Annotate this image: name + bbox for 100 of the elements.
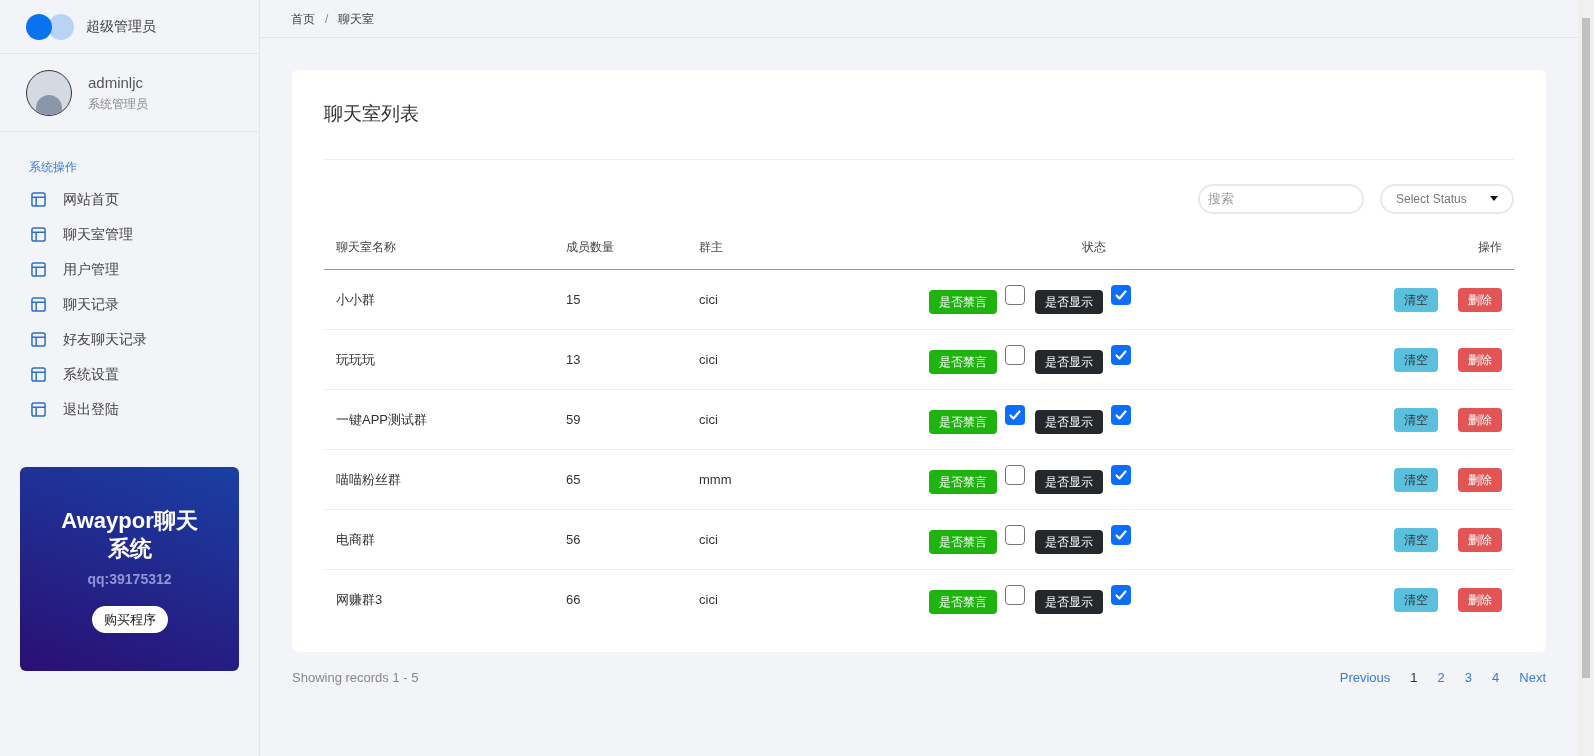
- table-cell: 电商群: [336, 531, 375, 547]
- table-cell: 59: [566, 411, 581, 427]
- sidebar-item[interactable]: 聊天记录: [0, 287, 259, 322]
- table-cell: 小小群: [336, 291, 375, 307]
- breadcrumb-separator: /: [325, 10, 329, 28]
- checkmark-icon: [1113, 527, 1129, 543]
- table-cell: cici: [699, 351, 718, 367]
- show-label: 是否显示: [1035, 410, 1103, 434]
- column-header: 聊天室名称: [336, 240, 396, 255]
- layout-icon: [31, 297, 46, 312]
- mute-label: 是否禁言: [929, 410, 997, 434]
- buy-button[interactable]: 购买程序: [91, 606, 168, 633]
- show-label: 是否显示: [1035, 470, 1103, 494]
- logo-icon: [26, 13, 74, 40]
- clear-button[interactable]: 清空: [1394, 347, 1438, 372]
- mute-label: 是否禁言: [929, 590, 997, 615]
- layout-icon: [31, 192, 46, 207]
- table-cell: 65: [566, 471, 581, 487]
- column-header: 操作: [1478, 240, 1502, 255]
- user-name: adminljc: [88, 73, 145, 94]
- column-header: 群主: [699, 240, 723, 255]
- table-cell: 喵喵粉丝群: [336, 471, 401, 487]
- column-header: 成员数量: [566, 240, 614, 255]
- mute-label: 是否禁言: [929, 290, 997, 314]
- records-info: Showing records 1 - 5: [292, 668, 419, 687]
- sidebar-item[interactable]: 系统设置: [0, 357, 259, 392]
- checkmark-icon: [1113, 347, 1129, 363]
- checkbox[interactable]: [1005, 585, 1025, 606]
- brand-title: 超级管理员: [86, 17, 156, 36]
- layout-icon: [31, 402, 46, 417]
- pagination-link[interactable]: Previous: [1339, 667, 1391, 687]
- show-label: 是否显示: [1035, 530, 1103, 554]
- sidebar-item[interactable]: 用户管理: [0, 252, 259, 287]
- checkbox[interactable]: [1111, 585, 1131, 606]
- pagination-link[interactable]: 2: [1437, 667, 1445, 687]
- layout-icon: [31, 367, 46, 382]
- avatar: [26, 69, 72, 116]
- delete-button[interactable]: 删除: [1458, 467, 1502, 492]
- table-cell: cici: [699, 291, 718, 307]
- column-header: 状态: [1081, 240, 1106, 255]
- card-title: 聊天室列表: [324, 70, 1514, 160]
- sidebar-item[interactable]: 好友聊天记录: [0, 322, 259, 357]
- layout-icon: [31, 227, 46, 242]
- pagination-link[interactable]: Next: [1519, 667, 1546, 687]
- clear-button[interactable]: 清空: [1394, 527, 1438, 552]
- delete-button[interactable]: 删除: [1458, 407, 1502, 432]
- checkbox[interactable]: [1111, 405, 1131, 425]
- sidebar-item[interactable]: 退出登陆: [0, 392, 259, 427]
- layout-icon: [31, 332, 46, 347]
- status-select[interactable]: Select Status: [1380, 183, 1514, 214]
- table-cell: 玩玩玩: [336, 351, 375, 367]
- delete-button[interactable]: 删除: [1458, 287, 1502, 312]
- checkbox[interactable]: [1005, 285, 1025, 305]
- table-cell: 56: [566, 531, 581, 547]
- sidebar-item[interactable]: 聊天室管理: [0, 217, 259, 252]
- pagination-link[interactable]: 4: [1492, 667, 1500, 687]
- sidebar-item[interactable]: 网站首页: [0, 182, 259, 217]
- show-label: 是否显示: [1035, 290, 1103, 314]
- clear-button[interactable]: 清空: [1394, 467, 1438, 492]
- clear-button[interactable]: 清空: [1394, 407, 1438, 432]
- clear-button[interactable]: 清空: [1394, 587, 1438, 612]
- checkbox[interactable]: [1111, 525, 1131, 545]
- checkmark-icon: [1113, 287, 1129, 303]
- checkbox[interactable]: [1111, 465, 1131, 485]
- caret-icon: [1490, 196, 1498, 201]
- checkmark-icon: [1007, 407, 1023, 423]
- table-cell: cici: [699, 531, 718, 547]
- checkbox[interactable]: [1111, 285, 1131, 305]
- user-role: 系统管理员: [88, 95, 148, 113]
- checkbox[interactable]: [1005, 345, 1025, 365]
- mute-label: 是否禁言: [929, 530, 997, 554]
- pagination-link[interactable]: 1: [1410, 667, 1418, 687]
- breadcrumb-link[interactable]: 聊天室: [338, 9, 375, 28]
- table-cell: 66: [566, 592, 581, 607]
- checkmark-icon: [1113, 407, 1129, 423]
- pagination-link[interactable]: 3: [1464, 667, 1473, 687]
- search-field[interactable]: 搜索: [1198, 183, 1364, 214]
- delete-button[interactable]: 删除: [1458, 527, 1502, 552]
- delete-button[interactable]: 删除: [1458, 347, 1502, 372]
- table-cell: cici: [699, 411, 718, 427]
- table-cell: 15: [566, 291, 581, 307]
- clear-button[interactable]: 清空: [1394, 287, 1438, 312]
- promo-subtitle: qq:39175312: [87, 570, 172, 589]
- checkbox[interactable]: [1005, 405, 1025, 425]
- table-cell: 13: [566, 351, 581, 367]
- checkbox[interactable]: [1005, 465, 1025, 485]
- show-label: 是否显示: [1035, 350, 1103, 374]
- breadcrumb-link[interactable]: 首页: [291, 9, 315, 28]
- table-cell: 网赚群3: [336, 592, 383, 607]
- delete-button[interactable]: 删除: [1458, 587, 1502, 612]
- table-cell: 一键APP测试群: [336, 411, 427, 427]
- layout-icon: [31, 262, 46, 277]
- checkmark-icon: [1113, 467, 1129, 483]
- show-label: 是否显示: [1035, 590, 1103, 615]
- checkbox[interactable]: [1005, 525, 1025, 545]
- mute-label: 是否禁言: [929, 470, 997, 494]
- mute-label: 是否禁言: [929, 350, 997, 374]
- section-label: 系统操作: [29, 159, 78, 176]
- table-cell: mmm: [699, 471, 732, 487]
- checkbox[interactable]: [1111, 345, 1131, 365]
